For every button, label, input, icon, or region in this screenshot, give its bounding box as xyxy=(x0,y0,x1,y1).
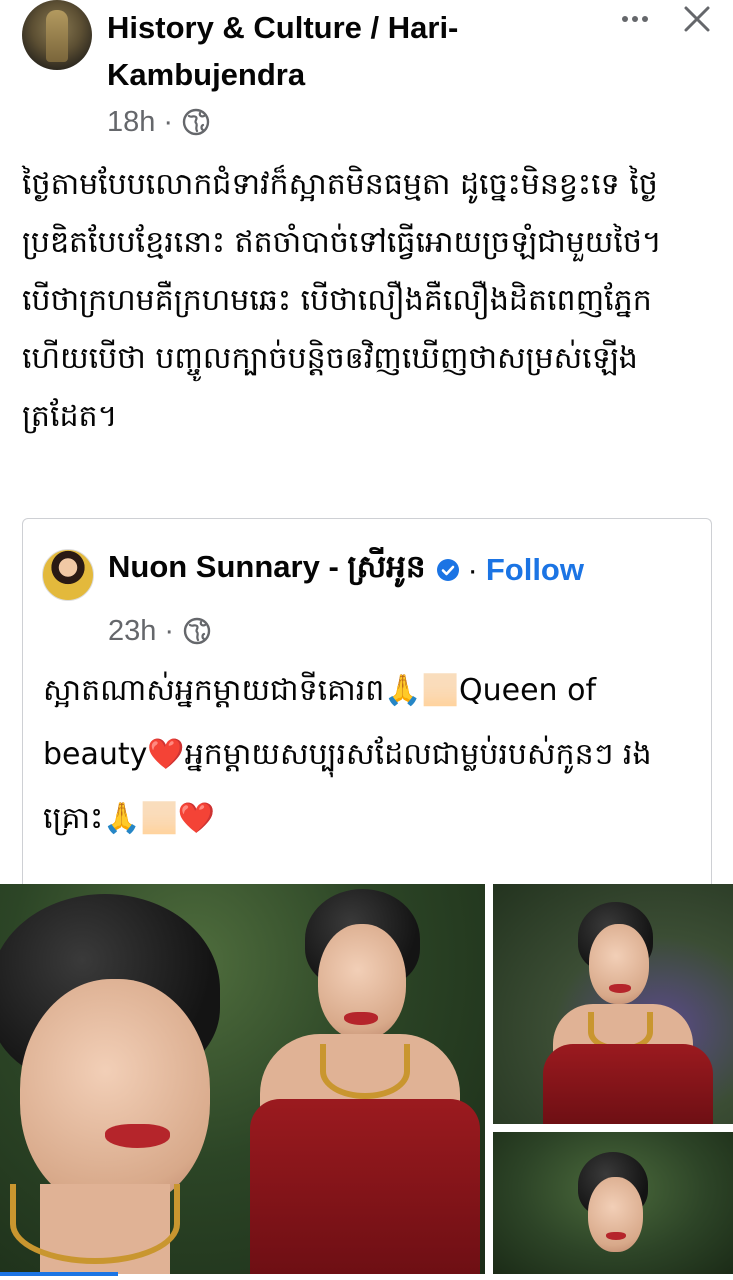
page-name[interactable]: History & Culture / Hari-Kambujendra xyxy=(107,4,527,98)
lips-shape xyxy=(609,984,631,993)
follow-button[interactable]: Follow xyxy=(486,552,584,588)
shared-meta-separator: · xyxy=(164,614,175,647)
close-icon[interactable] xyxy=(680,2,714,36)
post-header: History & Culture / Hari-Kambujendra 18h… xyxy=(0,0,733,150)
face-shape xyxy=(20,979,210,1209)
verified-badge-icon xyxy=(436,559,459,581)
photo-top-right[interactable] xyxy=(493,884,733,1124)
face-shape xyxy=(588,1177,643,1252)
globe-icon[interactable] xyxy=(181,107,211,137)
statue-image xyxy=(46,10,68,62)
post-meta: 18h · xyxy=(107,102,211,142)
necklace-shape xyxy=(10,1184,180,1264)
photo-large[interactable] xyxy=(0,884,485,1274)
more-options-button[interactable] xyxy=(618,4,652,34)
shared-post-time[interactable]: 23h xyxy=(108,615,156,648)
follow-separator: · xyxy=(467,552,478,587)
dress-shape xyxy=(543,1044,713,1124)
photo-bottom-right[interactable] xyxy=(493,1132,733,1274)
photo-grid xyxy=(0,884,733,1280)
globe-icon[interactable] xyxy=(182,616,212,646)
post-time[interactable]: 18h xyxy=(107,106,155,139)
dress-shape xyxy=(250,1099,480,1274)
shared-post-meta: 23h · xyxy=(108,611,212,651)
lips-shape xyxy=(344,1012,378,1025)
scroll-progress-bar xyxy=(0,1272,118,1276)
author-avatar[interactable] xyxy=(42,549,94,601)
shared-post-text: ស្អាតណាស់អ្នកម្ដាយជាទីគោរព🙏🏻Queen of bea… xyxy=(43,673,652,836)
page-avatar[interactable] xyxy=(22,0,92,70)
shared-post-card[interactable]: Nuon Sunnary - ស្រីអូន · Follow 23h · ស្… xyxy=(22,518,712,888)
lips-shape xyxy=(606,1232,626,1240)
more-horizontal-icon xyxy=(622,16,628,22)
necklace-shape xyxy=(320,1044,410,1099)
shared-author-row: Nuon Sunnary - ស្រីអូន · Follow xyxy=(108,547,584,593)
lips-shape xyxy=(105,1124,170,1148)
author-name[interactable]: Nuon Sunnary - ស្រីអូន xyxy=(108,548,426,593)
post-text: ថ្ងៃតាមបែបលោកជំទាវក៏ស្អាតមិនធម្មតា ដូច្ន… xyxy=(22,167,662,434)
meta-separator: · xyxy=(163,105,174,138)
